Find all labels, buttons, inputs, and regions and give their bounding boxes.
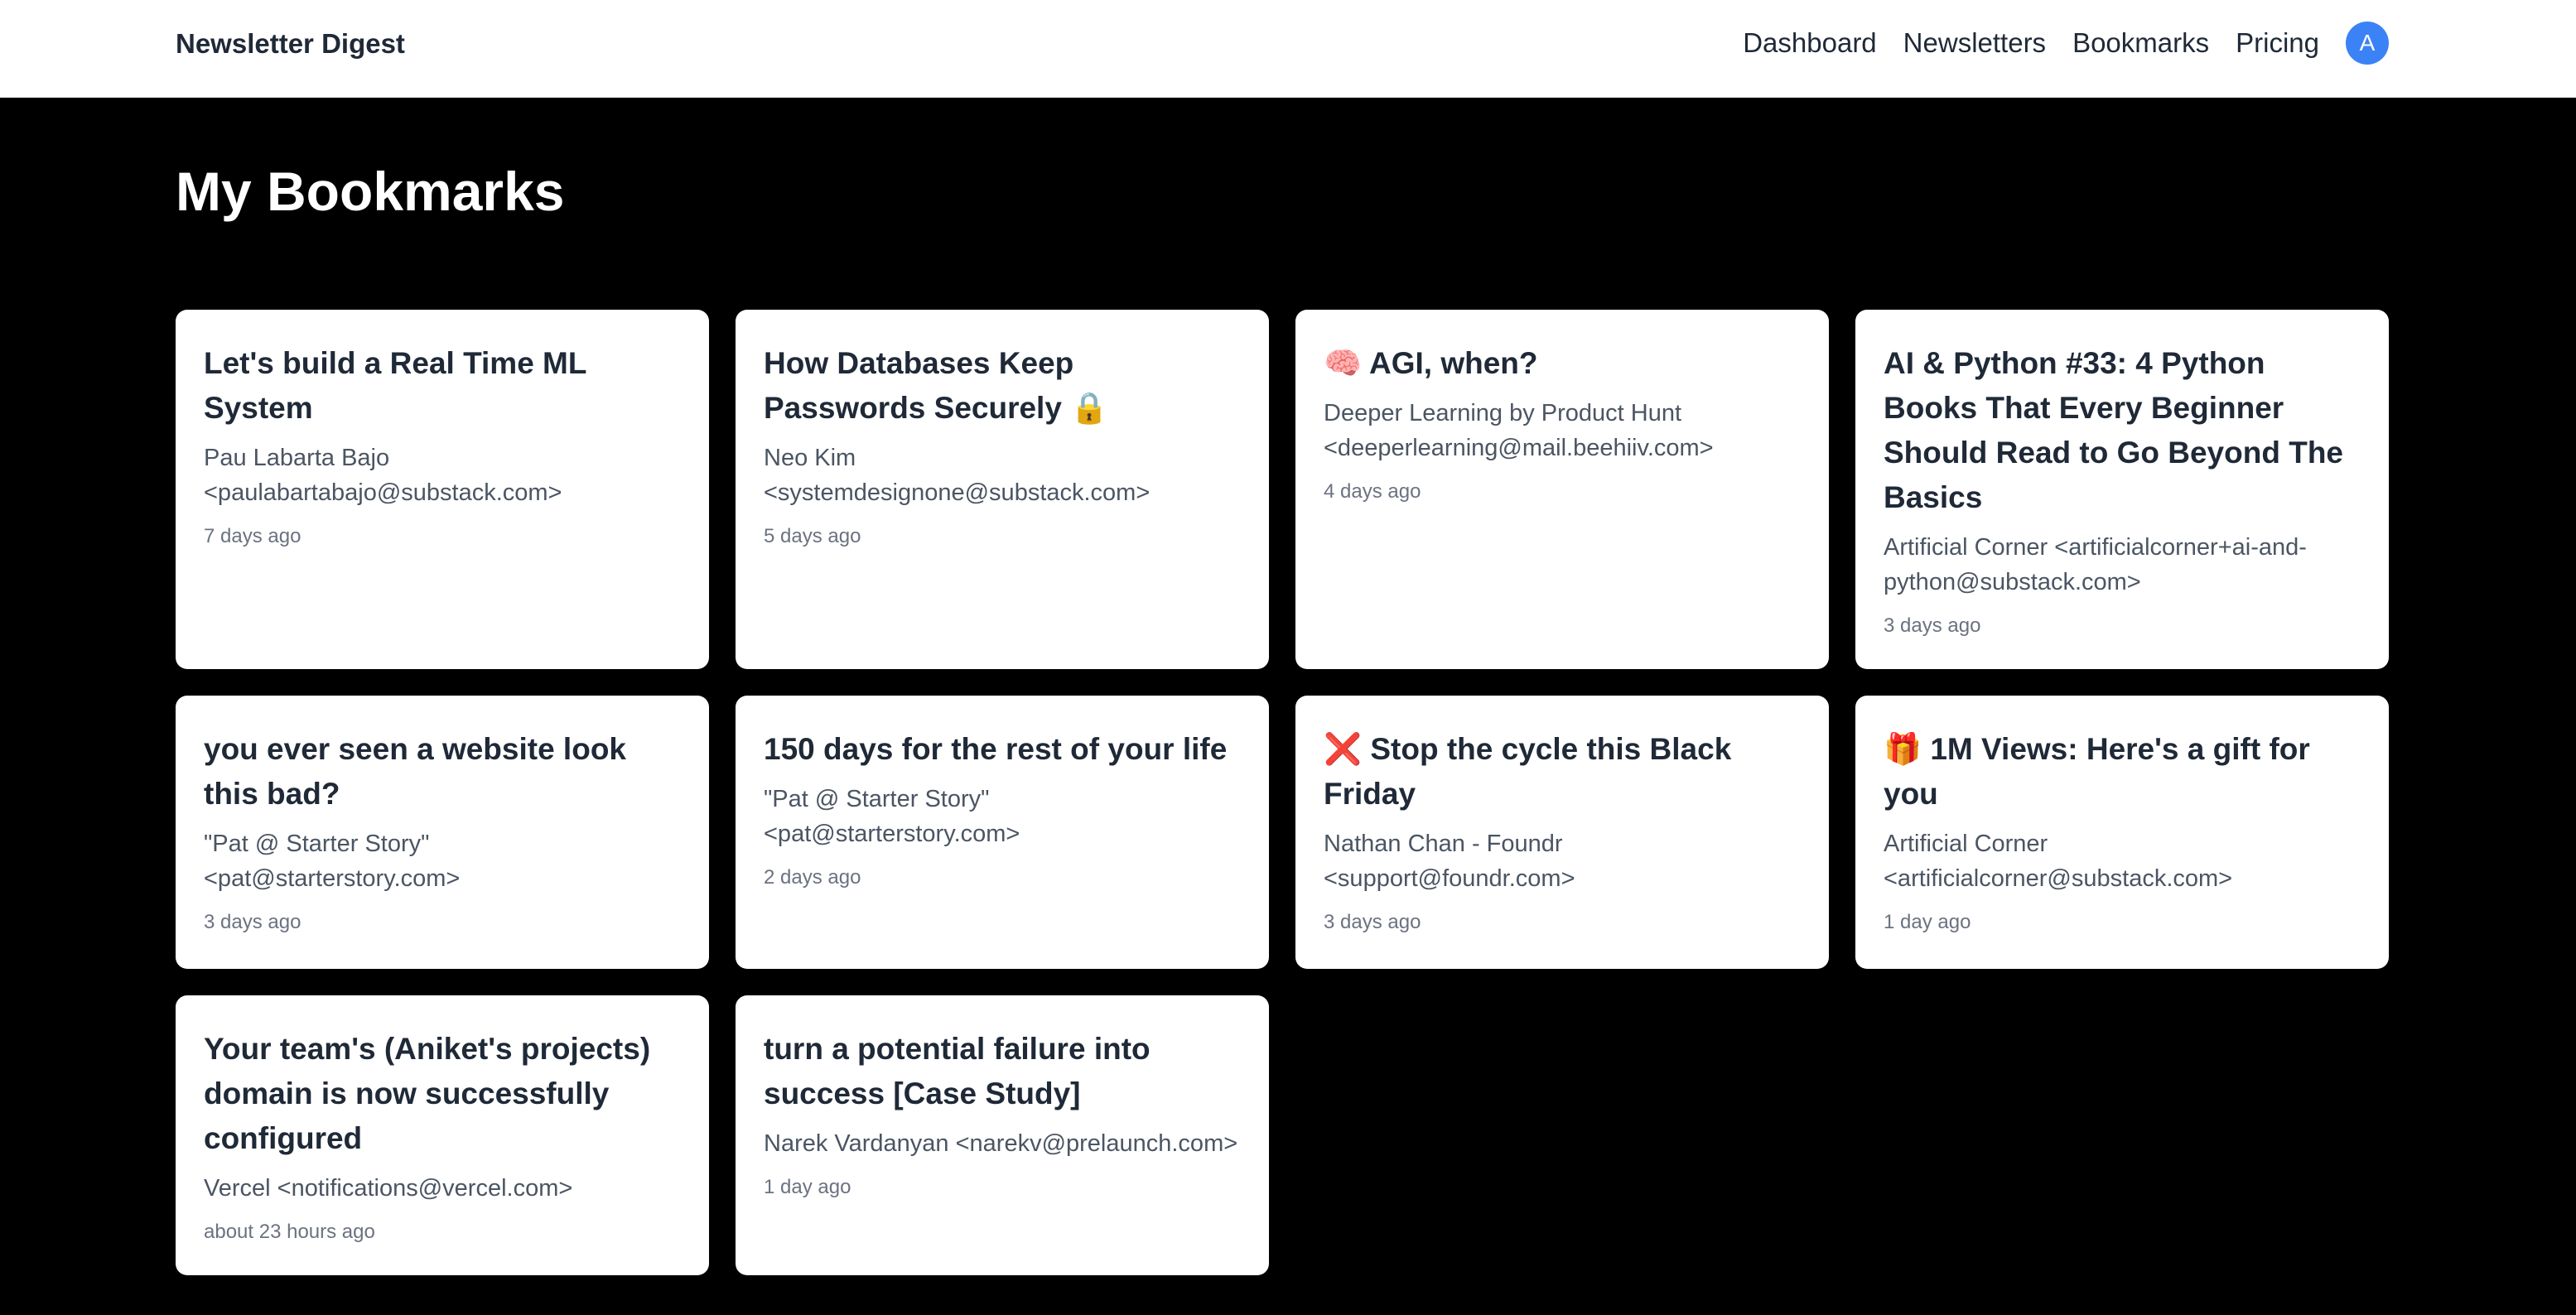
bookmark-sender: Narek Vardanyan <narekv@prelaunch.com>: [764, 1130, 1238, 1157]
bookmark-time: 1 day ago: [764, 1176, 851, 1198]
nav-link-bookmarks[interactable]: Bookmarks: [2072, 24, 2209, 62]
nav-link-newsletters[interactable]: Newsletters: [1903, 24, 2046, 62]
bookmark-time: about 23 hours ago: [204, 1221, 375, 1243]
bookmark-time: 3 days ago: [204, 911, 301, 933]
bookmark-card[interactable]: How Databases Keep Passwords Securely 🔒 …: [736, 310, 1269, 669]
bookmark-sender: Neo Kim <systemdesignone@substack.com>: [764, 445, 1151, 506]
bookmark-card[interactable]: Your team's (Aniket's projects) domain i…: [176, 995, 709, 1275]
bookmark-card[interactable]: 150 days for the rest of your life "Pat …: [736, 696, 1269, 969]
user-avatar[interactable]: A: [2346, 22, 2389, 65]
bookmark-sender: Vercel <notifications@vercel.com>: [204, 1175, 573, 1202]
bookmark-sender: "Pat @ Starter Story" <pat@starterstory.…: [764, 786, 1020, 847]
bookmark-time: 3 days ago: [1884, 614, 1981, 637]
bookmark-sender: Nathan Chan - Foundr <support@foundr.com…: [1324, 831, 1575, 892]
bookmark-card[interactable]: turn a potential failure into success [C…: [736, 995, 1269, 1275]
bookmark-title: ❌ Stop the cycle this Black Friday: [1324, 732, 1732, 811]
bookmark-card[interactable]: ❌ Stop the cycle this Black Friday Natha…: [1295, 696, 1829, 969]
bookmark-title: AI & Python #33: 4 Python Books That Eve…: [1884, 346, 2343, 514]
bookmark-sender: Deeper Learning by Product Hunt <deeperl…: [1324, 400, 1714, 461]
nav-link-pricing[interactable]: Pricing: [2236, 24, 2319, 62]
bookmark-title: 🎁 1M Views: Here's a gift for you: [1884, 732, 2310, 811]
bookmarks-grid: Let's build a Real Time ML System Pau La…: [176, 310, 2389, 1275]
bookmark-sender: Pau Labarta Bajo <paulabartabajo@substac…: [204, 445, 562, 506]
nav-link-dashboard[interactable]: Dashboard: [1743, 24, 1876, 62]
bookmark-sender: "Pat @ Starter Story" <pat@starterstory.…: [204, 831, 461, 892]
bookmark-sender: Artificial Corner <artificialcorner@subs…: [1884, 831, 2233, 892]
bookmark-title: you ever seen a website look this bad?: [204, 732, 626, 811]
bookmark-time: 3 days ago: [1324, 911, 1421, 933]
bookmark-time: 1 day ago: [1884, 911, 1971, 933]
bookmark-title: Your team's (Aniket's projects) domain i…: [204, 1032, 651, 1155]
bookmark-card[interactable]: you ever seen a website look this bad? "…: [176, 696, 709, 969]
bookmark-time: 5 days ago: [764, 525, 861, 547]
bookmark-card[interactable]: AI & Python #33: 4 Python Books That Eve…: [1855, 310, 2389, 669]
bookmark-time: 7 days ago: [204, 525, 301, 547]
bookmark-card[interactable]: 🧠 AGI, when? Deeper Learning by Product …: [1295, 310, 1829, 669]
page-title: My Bookmarks: [176, 161, 565, 222]
brand-logo-text[interactable]: Newsletter Digest: [176, 25, 405, 63]
bookmark-title: How Databases Keep Passwords Securely 🔒: [764, 346, 1109, 425]
bookmark-title: Let's build a Real Time ML System: [204, 346, 586, 425]
bookmark-title: 150 days for the rest of your life: [764, 732, 1228, 766]
main-nav: Dashboard Newsletters Bookmarks Pricing …: [1743, 20, 2389, 66]
bookmark-title: 🧠 AGI, when?: [1324, 346, 1538, 380]
bookmark-time: 2 days ago: [764, 866, 861, 889]
bookmark-title: turn a potential failure into success [C…: [764, 1032, 1151, 1110]
bookmark-card[interactable]: Let's build a Real Time ML System Pau La…: [176, 310, 709, 669]
bookmark-sender: Artificial Corner <artificialcorner+ai-a…: [1884, 534, 2307, 595]
bookmark-card[interactable]: 🎁 1M Views: Here's a gift for you Artifi…: [1855, 696, 2389, 969]
top-navbar: Newsletter Digest Dashboard Newsletters …: [0, 0, 2576, 98]
bookmark-time: 4 days ago: [1324, 480, 1421, 503]
